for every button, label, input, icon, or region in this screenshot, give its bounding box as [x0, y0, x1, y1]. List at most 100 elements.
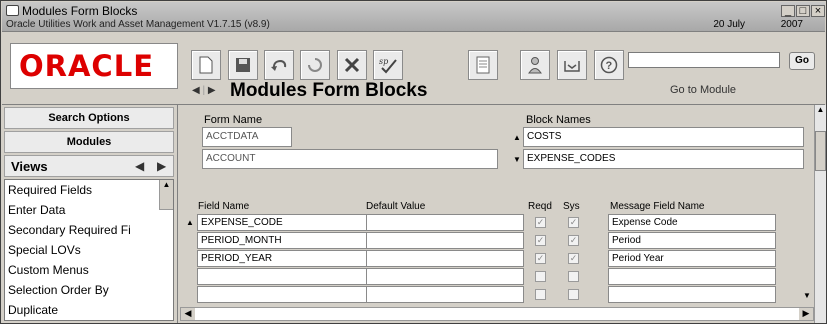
record-nav: ◀ | ▶ — [192, 85, 216, 96]
go-button[interactable]: Go — [789, 52, 815, 70]
views-item-special-lovs[interactable]: Special LOVs — [5, 240, 173, 260]
grid-default-value[interactable] — [366, 268, 524, 285]
application-window: Modules Form Blocks Oracle Utilities Wor… — [0, 0, 827, 324]
views-list: Required Fields Enter Data Secondary Req… — [4, 179, 174, 321]
reqd-checkbox[interactable] — [535, 289, 546, 300]
views-item-custom-menus[interactable]: Custom Menus — [5, 260, 173, 280]
current-year: 2007 — [780, 19, 803, 30]
modules-button[interactable]: Modules — [4, 131, 174, 153]
app-icon — [6, 5, 19, 16]
grid-default-value[interactable] — [366, 250, 524, 267]
undo-button[interactable] — [264, 50, 294, 80]
inbox-icon — [564, 61, 580, 72]
reqd-checkbox[interactable]: ✓ — [535, 235, 546, 246]
col-default-value: Default Value — [366, 201, 426, 212]
col-message-field: Message Field Name — [610, 201, 705, 212]
views-prev-icon[interactable]: ◀ — [135, 159, 144, 173]
grid-message-field[interactable]: Period Year — [608, 250, 776, 267]
reqd-checkbox[interactable]: ✓ — [535, 253, 546, 264]
grid-scroll-up-icon[interactable]: ▲ — [186, 218, 194, 227]
grid-default-value[interactable] — [366, 214, 524, 231]
views-header: Views ◀ ▶ — [4, 155, 174, 177]
help-button[interactable]: ? — [594, 50, 624, 80]
svg-text:?: ? — [606, 60, 613, 72]
report-icon — [476, 56, 490, 74]
main-vertical-scrollbar[interactable]: ▲ — [814, 105, 826, 323]
grid-message-field[interactable]: Expense Code — [608, 214, 776, 231]
views-item-secondary-required[interactable]: Secondary Required Fi — [5, 220, 173, 240]
new-record-button[interactable] — [191, 50, 221, 80]
grid-field-name[interactable]: PERIOD_MONTH — [197, 232, 367, 249]
sidebar: Search Options Modules Views ◀ ▶ Require… — [2, 105, 178, 323]
grid-field-name[interactable]: PERIOD_YEAR — [197, 250, 367, 267]
app-version: Oracle Utilities Work and Asset Manageme… — [6, 19, 270, 30]
page-title: Modules Form Blocks — [230, 80, 428, 101]
scroll-right-icon[interactable]: ▶ — [799, 308, 813, 320]
save-button[interactable] — [228, 50, 258, 80]
goto-module-input[interactable] — [628, 52, 780, 68]
prev-arrow-icon[interactable]: ◀ — [192, 85, 200, 96]
toolbar-header: ORACLE sp ? Go Go to Module ◀ | ▶ Module… — [2, 33, 825, 105]
inbox-button[interactable] — [557, 50, 587, 80]
spell-icon: sp — [379, 57, 397, 74]
search-options-button[interactable]: Search Options — [4, 107, 174, 129]
scroll-left-icon[interactable]: ◀ — [181, 308, 195, 320]
user-icon — [528, 57, 542, 74]
next-arrow-icon[interactable]: ▶ — [208, 85, 216, 96]
svg-text:sp: sp — [379, 57, 388, 66]
grid-scroll-down-icon[interactable]: ▼ — [803, 291, 811, 300]
window-title: Modules Form Blocks — [22, 4, 138, 18]
user-button[interactable] — [520, 50, 550, 80]
grid-default-value[interactable] — [366, 286, 524, 303]
cancel-icon — [344, 57, 360, 73]
grid-message-field[interactable]: Period — [608, 232, 776, 249]
horizontal-scrollbar[interactable]: ◀ ▶ — [180, 307, 814, 321]
sys-checkbox[interactable] — [568, 271, 579, 282]
goto-module-label: Go to Module — [670, 84, 737, 96]
undo-icon — [271, 59, 287, 71]
block-scroll-down-icon[interactable]: ▼ — [513, 155, 521, 164]
views-label: Views — [11, 159, 48, 174]
sys-checkbox[interactable] — [568, 289, 579, 300]
scroll-up-icon[interactable]: ▲ — [815, 105, 826, 114]
grid-field-name[interactable] — [197, 286, 367, 303]
views-next-icon[interactable]: ▶ — [157, 159, 166, 173]
scroll-thumb[interactable] — [815, 131, 826, 171]
grid-field-name[interactable] — [197, 268, 367, 285]
block-name-field[interactable]: EXPENSE_CODES — [523, 149, 804, 169]
report-button[interactable] — [468, 50, 498, 80]
refresh-icon — [308, 58, 322, 72]
grid-default-value[interactable] — [366, 232, 524, 249]
minimize-button[interactable]: _ — [781, 5, 795, 17]
title-bar: Modules Form Blocks Oracle Utilities Wor… — [2, 2, 825, 32]
views-item-selection-order[interactable]: Selection Order By — [5, 280, 173, 300]
col-field-name: Field Name — [198, 201, 250, 212]
col-reqd: Reqd — [528, 201, 552, 212]
current-date: 20 July — [713, 19, 745, 30]
block-scroll-up-icon[interactable]: ▲ — [513, 133, 521, 142]
reqd-checkbox[interactable] — [535, 271, 546, 282]
views-scrollbar-up-icon[interactable]: ▲ — [159, 180, 173, 210]
maximize-button[interactable]: □ — [796, 5, 810, 17]
grid-message-field[interactable] — [608, 268, 776, 285]
block-names-label: Block Names — [526, 114, 591, 126]
block-name-field[interactable]: COSTS — [523, 127, 804, 147]
views-item-required-fields[interactable]: Required Fields — [5, 180, 173, 200]
cancel-button[interactable] — [337, 50, 367, 80]
grid-field-name[interactable]: EXPENSE_CODE — [197, 214, 367, 231]
col-sys: Sys — [563, 201, 580, 212]
views-item-enter-data[interactable]: Enter Data — [5, 200, 173, 220]
help-icon: ? — [600, 56, 618, 74]
form-name-field[interactable]: ACCTDATA — [202, 127, 292, 147]
sys-checkbox[interactable]: ✓ — [568, 253, 579, 264]
sys-checkbox[interactable]: ✓ — [568, 235, 579, 246]
new-icon — [199, 56, 213, 74]
refresh-button[interactable] — [300, 50, 330, 80]
views-item-duplicate[interactable]: Duplicate — [5, 300, 173, 320]
close-button[interactable]: × — [811, 5, 825, 17]
spellcheck-button[interactable]: sp — [373, 50, 403, 80]
grid-message-field[interactable] — [608, 286, 776, 303]
reqd-checkbox[interactable]: ✓ — [535, 217, 546, 228]
sys-checkbox[interactable]: ✓ — [568, 217, 579, 228]
form-name-field[interactable]: ACCOUNT — [202, 149, 498, 169]
